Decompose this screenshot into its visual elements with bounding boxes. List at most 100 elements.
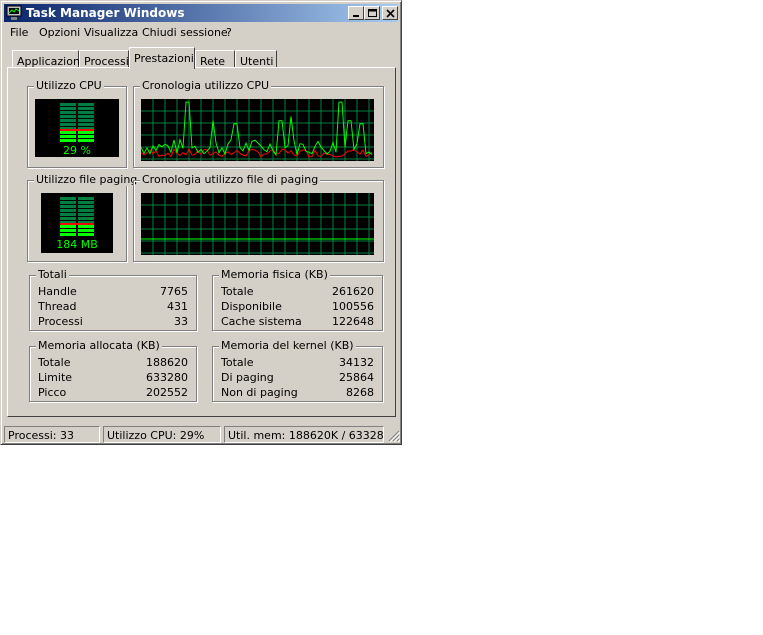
memoria-allocata-label: Limite bbox=[38, 371, 73, 384]
meter-segment bbox=[78, 131, 94, 134]
memoria-fisica-row: Cache sistema 122648 bbox=[221, 315, 374, 329]
meter-segment bbox=[78, 111, 94, 114]
status-bar: Processi: 33 Utilizzo CPU: 29% Util. mem… bbox=[4, 426, 400, 443]
cpu-history-group: Cronologia utilizzo CPU bbox=[133, 79, 384, 168]
totali-row: Thread 431 bbox=[38, 300, 188, 314]
meter-segment bbox=[78, 217, 94, 220]
resize-grip-icon[interactable] bbox=[388, 430, 400, 442]
memoria-fisica-value: 261620 bbox=[332, 285, 374, 298]
meter-segment bbox=[78, 107, 94, 110]
meter-segment bbox=[60, 135, 76, 138]
close-button[interactable] bbox=[382, 6, 398, 20]
memoria-allocata-label: Picco bbox=[38, 386, 67, 399]
status-memory: Util. mem: 188620K / 633280K bbox=[224, 426, 384, 443]
paging-usage-value: 184 MB bbox=[56, 238, 98, 251]
meter-kernel-marker bbox=[60, 129, 94, 131]
menu-visualizza[interactable]: Visualizza bbox=[84, 26, 138, 39]
meter-segment bbox=[78, 205, 94, 208]
memoria-allocata-value: 188620 bbox=[146, 356, 188, 369]
totali-value: 7765 bbox=[160, 285, 188, 298]
paging-history-graph bbox=[141, 193, 374, 255]
meter-segment bbox=[78, 123, 94, 126]
cpu-kernel-line bbox=[140, 148, 373, 158]
memoria-fisica-label: Totale bbox=[221, 285, 254, 298]
memoria-allocata-title: Memoria allocata (KB) bbox=[36, 339, 162, 352]
maximize-button[interactable] bbox=[364, 6, 380, 20]
menu-file[interactable]: File bbox=[10, 26, 28, 39]
memoria-kernel-value: 25864 bbox=[339, 371, 374, 384]
memoria-fisica-row: Totale 261620 bbox=[221, 285, 374, 299]
close-icon bbox=[386, 9, 395, 18]
memoria-fisica-label: Cache sistema bbox=[221, 315, 302, 328]
cpu-usage-group: Utilizzo CPU 29 % bbox=[27, 79, 127, 168]
title-bar[interactable]: Task Manager Windows bbox=[4, 4, 398, 22]
menu-help[interactable]: ? bbox=[226, 26, 232, 39]
tab-applicazioni[interactable]: Applicazioni bbox=[12, 50, 83, 68]
task-manager-icon bbox=[6, 5, 22, 20]
meter-segment bbox=[78, 139, 94, 142]
totali-value: 33 bbox=[174, 315, 188, 328]
minimize-icon bbox=[353, 15, 359, 17]
tab-control: Applicazioni Processi Prestazioni Rete U… bbox=[4, 46, 398, 421]
status-processes: Processi: 33 bbox=[4, 426, 100, 443]
totali-label: Thread bbox=[38, 300, 77, 313]
cpu-meter: 29 % bbox=[35, 99, 119, 157]
totali-title: Totali bbox=[36, 268, 69, 281]
cpu-history-chart bbox=[140, 99, 374, 161]
memoria-fisica-title: Memoria fisica (KB) bbox=[219, 268, 330, 281]
totali-group: Totali Handle 7765 Thread 431 Processi 33 bbox=[29, 268, 197, 331]
tab-processi[interactable]: Processi bbox=[79, 50, 129, 68]
cpu-history-graph bbox=[140, 99, 374, 161]
memoria-kernel-row: Di paging 25864 bbox=[221, 371, 374, 385]
meter-segment bbox=[78, 233, 94, 236]
memoria-allocata-value: 202552 bbox=[146, 386, 188, 399]
meter-segment bbox=[78, 201, 94, 204]
memoria-kernel-label: Di paging bbox=[221, 371, 274, 384]
minimize-button[interactable] bbox=[348, 6, 364, 20]
meter-segment bbox=[78, 103, 94, 106]
memoria-allocata-group: Memoria allocata (KB) Totale 188620 Limit… bbox=[29, 339, 197, 402]
cpu-usage-value: 29 % bbox=[63, 144, 91, 157]
memoria-kernel-row: Non di paging 8268 bbox=[221, 386, 374, 400]
totali-row: Processi 33 bbox=[38, 315, 188, 329]
menu-bar: File Opzioni Visualizza Chiudi sessione … bbox=[4, 23, 398, 42]
paging-history-group: Cronologia utilizzo file di paging bbox=[133, 173, 384, 262]
meter-segment bbox=[60, 217, 76, 220]
meter-segment bbox=[78, 135, 94, 138]
totali-label: Handle bbox=[38, 285, 77, 298]
memoria-kernel-title: Memoria del kernel (KB) bbox=[219, 339, 356, 352]
paging-usage-group: Utilizzo file paging 184 MB bbox=[27, 173, 140, 262]
memoria-allocata-value: 633280 bbox=[146, 371, 188, 384]
memoria-allocata-row: Picco 202552 bbox=[38, 386, 188, 400]
cpu-usage-title: Utilizzo CPU bbox=[34, 79, 104, 92]
paging-usage-title: Utilizzo file paging bbox=[34, 173, 140, 186]
meter-segment bbox=[60, 139, 76, 142]
meter-segment bbox=[60, 213, 76, 216]
maximize-icon bbox=[368, 9, 377, 17]
memoria-kernel-label: Non di paging bbox=[221, 386, 298, 399]
meter-segment bbox=[60, 209, 76, 212]
paging-history-chart bbox=[141, 193, 374, 255]
menu-chiudi-sessione[interactable]: Chiudi sessione bbox=[142, 26, 228, 39]
memoria-allocata-label: Totale bbox=[38, 356, 71, 369]
totali-row: Handle 7765 bbox=[38, 285, 188, 299]
meter-segment bbox=[60, 111, 76, 114]
meter-segment bbox=[60, 115, 76, 118]
memoria-fisica-group: Memoria fisica (KB) Totale 261620 Disponi… bbox=[212, 268, 383, 331]
tab-prestazioni[interactable]: Prestazioni bbox=[129, 47, 195, 69]
memoria-fisica-value: 100556 bbox=[332, 300, 374, 313]
paging-meter-bars bbox=[60, 197, 94, 236]
memoria-kernel-value: 8268 bbox=[346, 386, 374, 399]
tab-utenti[interactable]: Utenti bbox=[235, 50, 277, 68]
menu-opzioni[interactable]: Opzioni bbox=[39, 26, 80, 39]
meter-segment bbox=[78, 229, 94, 232]
meter-segment bbox=[78, 115, 94, 118]
meter-kernel-marker bbox=[60, 223, 94, 225]
meter-segment bbox=[60, 123, 76, 126]
memoria-allocata-row: Totale 188620 bbox=[38, 356, 188, 370]
paging-history-title: Cronologia utilizzo file di paging bbox=[140, 173, 321, 186]
memoria-kernel-label: Totale bbox=[221, 356, 254, 369]
tab-rete[interactable]: Rete bbox=[195, 50, 235, 68]
meter-segment bbox=[78, 225, 94, 228]
meter-segment bbox=[60, 225, 76, 228]
